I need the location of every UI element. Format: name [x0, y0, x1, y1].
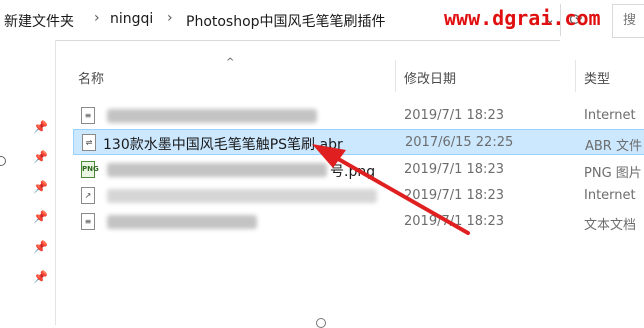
file-type: Internet [584, 188, 636, 203]
link-file-icon: ↗ [81, 187, 95, 204]
file-date: 2019/7/1 18:23 [404, 162, 504, 177]
column-divider[interactable] [395, 60, 396, 92]
png-file-icon: PNG [81, 161, 99, 178]
file-date: 2019/7/1 18:23 [404, 214, 504, 229]
file-row[interactable]: PNG 号.png 2019/7/1 18:23 PNG 图片 [73, 157, 644, 183]
text-file-icon: ≡ [81, 107, 95, 124]
pin-icon[interactable]: 📌 [33, 120, 48, 134]
file-type: PNG 图片 [584, 166, 642, 181]
file-row[interactable]: ≡ 2019/7/1 18:23 Internet [73, 103, 644, 129]
search-input[interactable]: 搜 [612, 4, 644, 38]
column-header-name[interactable]: 名称 [78, 68, 104, 87]
pin-icon[interactable]: 📌 [33, 270, 48, 284]
text-file-icon: ≡ [81, 213, 95, 230]
blurred-filename [107, 163, 327, 177]
file-date: 2019/7/1 18:23 [404, 108, 504, 123]
blurred-filename [107, 189, 377, 203]
file-date: 2019/7/1 18:23 [404, 188, 504, 203]
sort-ascending-icon: ^ [226, 57, 235, 68]
scroll-indicator-icon [316, 318, 326, 328]
pin-icon[interactable]: 📌 [33, 180, 48, 194]
file-name[interactable]: 130款水墨中国风毛笔笔触PS笔刷.abr [103, 134, 343, 154]
file-type: 文本文档 [584, 218, 637, 233]
brush-file-icon: ⇌ [82, 134, 96, 151]
column-header-modified[interactable]: 修改日期 [404, 68, 456, 87]
file-type: Internet [584, 108, 636, 123]
pin-icon[interactable]: 📌 [33, 240, 48, 254]
file-name-visible-part[interactable]: 号.png [330, 161, 375, 181]
column-divider[interactable] [575, 60, 576, 92]
watermark: www.dgrai.com [444, 6, 601, 30]
blurred-filename [107, 215, 257, 229]
file-date: 2017/6/15 22:25 [405, 135, 514, 150]
file-row-selected[interactable]: ⇌ 130款水墨中国风毛笔笔触PS笔刷.abr 2017/6/15 22:25 … [73, 129, 644, 155]
file-row[interactable]: ↗ 2019/7/1 18:23 Internet [73, 183, 644, 209]
breadcrumb-separator-icon[interactable]: › [167, 10, 173, 26]
nav-expand-icon[interactable] [0, 156, 6, 166]
file-type: ABR 文件 [585, 139, 642, 154]
breadcrumb-current-folder[interactable]: Photoshop中国风毛笔笔刷插件 [186, 11, 386, 31]
breadcrumb-ningqi[interactable]: ningqi [110, 11, 153, 27]
file-row[interactable]: ≡ 2019/7/1 18:23 文本文档 [73, 209, 644, 235]
blurred-filename [107, 109, 317, 123]
pin-icon[interactable]: 📌 [33, 150, 48, 164]
breadcrumb-new-folder[interactable]: 新建文件夹 [4, 11, 74, 31]
column-header-type[interactable]: 类型 [584, 68, 610, 87]
pin-icon[interactable]: 📌 [33, 210, 48, 224]
breadcrumb-separator-icon[interactable]: › [94, 10, 100, 26]
navigation-pane[interactable]: 📌 📌 📌 📌 📌 📌 [0, 40, 56, 325]
